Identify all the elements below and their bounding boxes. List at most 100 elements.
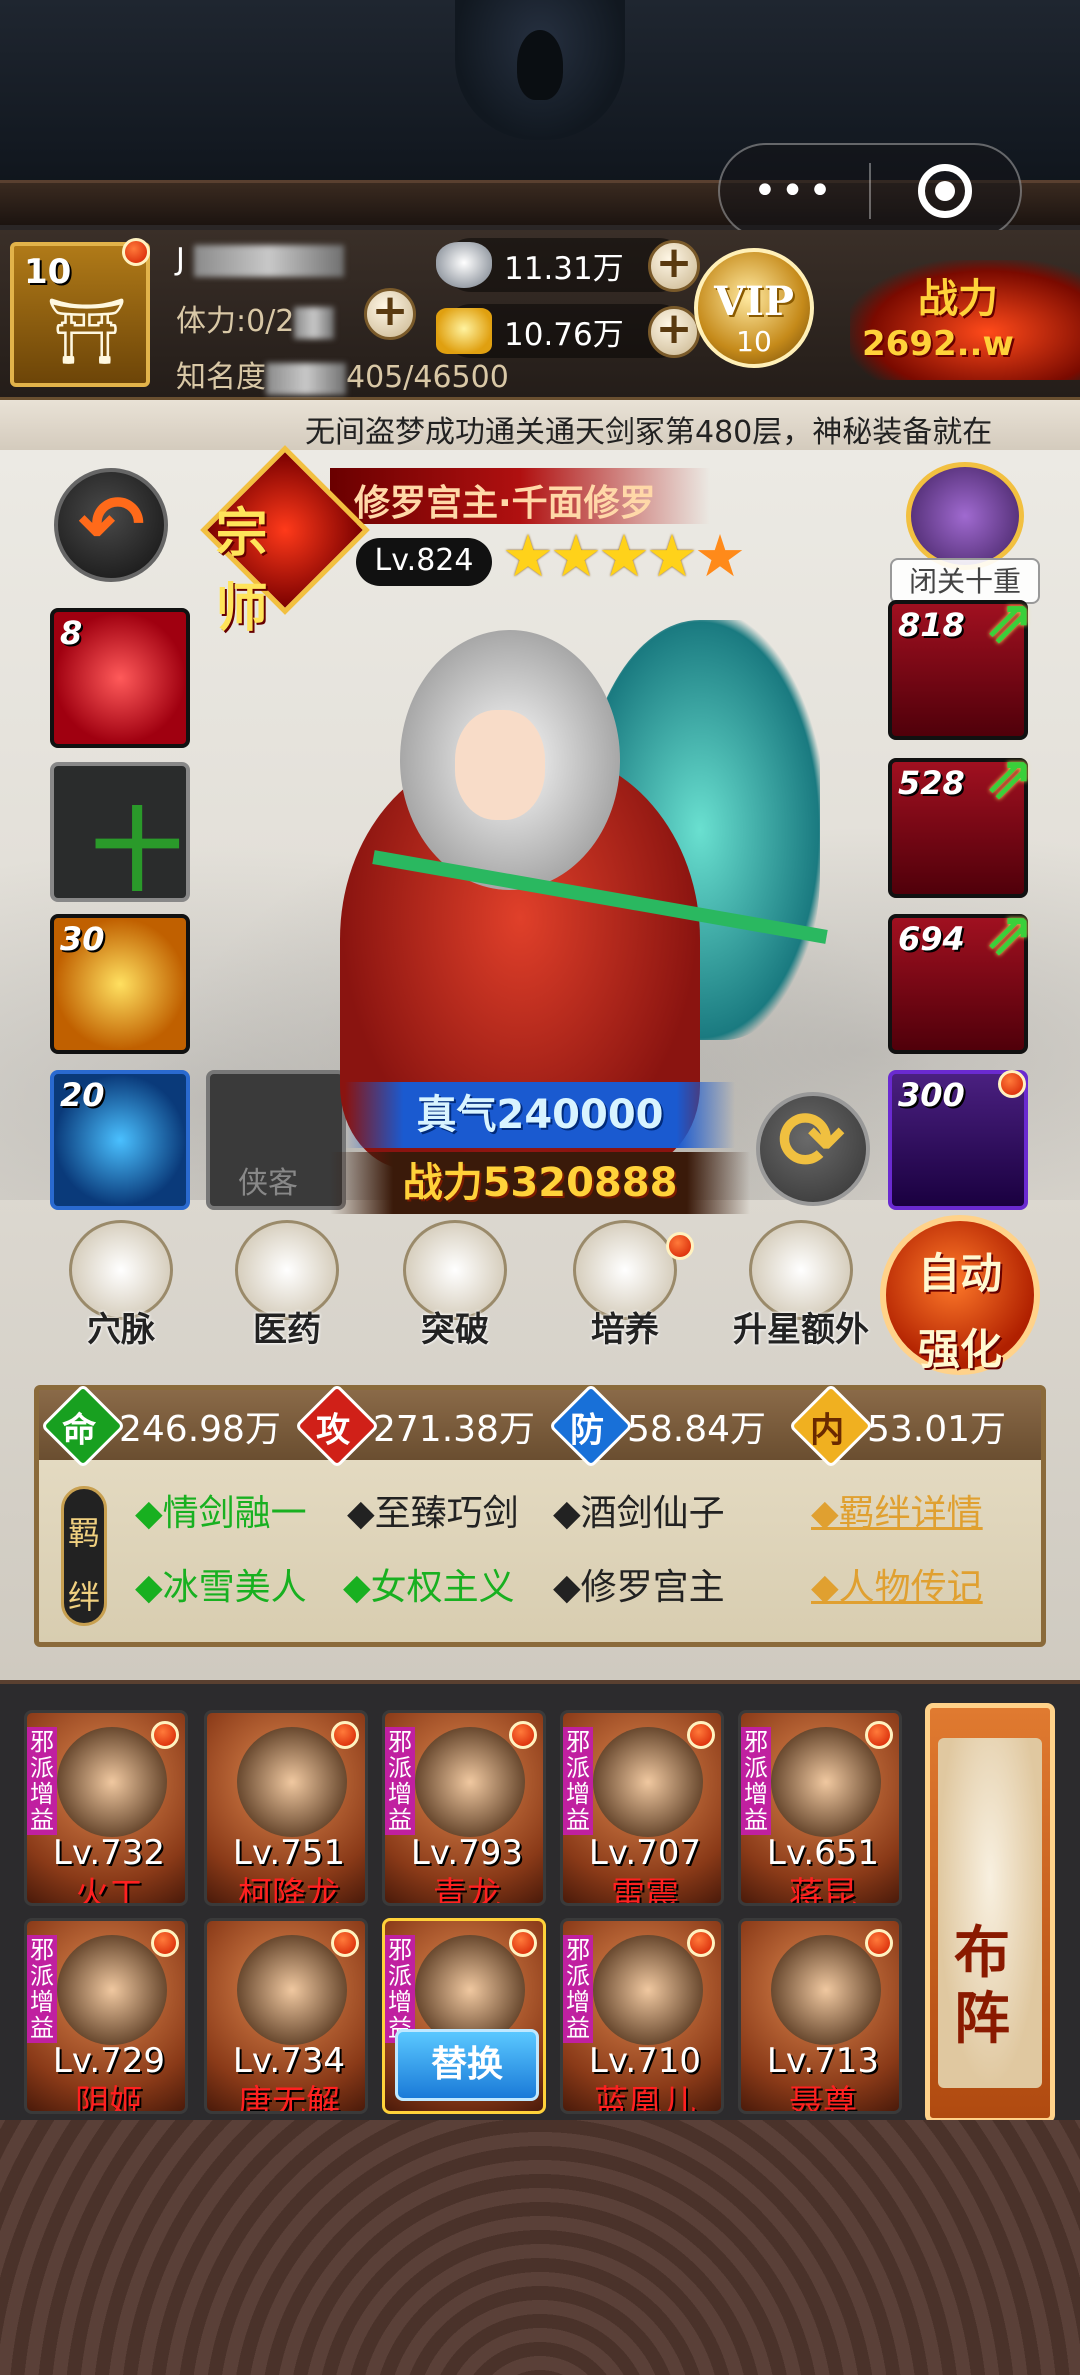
equip-slot-pet[interactable]: 300: [888, 1070, 1028, 1210]
attack-icon: 攻: [294, 1383, 380, 1469]
roster-card[interactable]: 邪派增益 Lv.729 阴姬: [24, 1918, 188, 2114]
hero-avatar: [237, 1935, 347, 2045]
defense-icon: 防: [548, 1383, 634, 1469]
add-gold-button[interactable]: +: [648, 306, 700, 358]
hero-name-banner: 修罗宫主·千面修罗: [330, 468, 710, 524]
roster-card[interactable]: 邪派增益 Lv.732 火工: [24, 1710, 188, 1906]
sect-badge: 邪派增益: [385, 1935, 415, 2043]
notification-dot: [509, 1721, 537, 1749]
player-name: J: [176, 242, 345, 277]
inner-icon-label: 内: [810, 1410, 845, 1451]
bond-item: ◆至臻巧剑: [347, 1493, 519, 1534]
roster-card[interactable]: 邪派增益 Lv.651 蒋昆: [738, 1710, 902, 1906]
roster-card[interactable]: 邪派增益 Lv.710 蓝凰儿: [560, 1918, 724, 2114]
notification-dot: [865, 1929, 893, 1957]
fame-label: 知名度: [176, 360, 266, 395]
notification-dot: [687, 1929, 715, 1957]
medicine-button[interactable]: 医药: [222, 1220, 352, 1360]
bond-tag-char: 绊: [67, 1578, 100, 1616]
player-name-initial: J: [176, 242, 185, 277]
seclusion-button[interactable]: 闭关十重: [890, 462, 1040, 604]
star-extra-button[interactable]: 升星额外: [726, 1220, 876, 1360]
sect-badge: 邪派增益: [563, 1727, 593, 1835]
total-power-label: 战力: [918, 276, 998, 322]
true-qi-bar: 真气240000: [345, 1082, 735, 1148]
notification-dot: [509, 1929, 537, 1957]
notification-dot: [331, 1929, 359, 1957]
defense-stat: 防 58.84万: [548, 1383, 767, 1469]
hero-roster: 邪派增益 Lv.732 火工 Lv.751 柯降龙 邪派增益 Lv.793 青龙…: [0, 1680, 1080, 2120]
roster-name: 阴姬: [75, 2083, 143, 2114]
hp-stat: 命 246.98万: [40, 1383, 281, 1469]
plus-icon: 十: [92, 799, 182, 904]
add-silver-button[interactable]: +: [648, 240, 700, 292]
meditation-icon: [906, 462, 1024, 570]
equip-level: 528: [898, 764, 965, 802]
defense-value: 58.84万: [627, 1409, 767, 1450]
roster-card[interactable]: 邪派增益 Lv.793 青龙: [382, 1710, 546, 1906]
breakthrough-button[interactable]: 突破: [390, 1220, 520, 1360]
vip-level: 10: [736, 325, 772, 358]
close-mini-program-button[interactable]: [871, 164, 1020, 218]
hero-power-bar: 战力5320888: [330, 1152, 750, 1214]
bond-item: ◆冰雪美人: [135, 1567, 307, 1608]
equip-level: 818: [898, 606, 965, 644]
roster-name: 雷震: [611, 1875, 679, 1906]
silver-ingot-icon: [436, 242, 492, 288]
blurred-stamina: [294, 306, 335, 339]
blurred-fame: [266, 362, 346, 395]
medicine-label: 医药: [253, 1310, 321, 1350]
bond-item: ◆酒剑仙子: [553, 1493, 725, 1534]
switch-hero-button[interactable]: [756, 1092, 870, 1206]
hp-icon-label: 命: [62, 1410, 97, 1451]
more-menu-button[interactable]: •••: [720, 171, 869, 211]
roster-name: 蒋昆: [789, 1875, 857, 1906]
auto-enhance-label-2: 强化: [917, 1325, 1002, 1374]
back-button[interactable]: [54, 468, 168, 582]
hero-avatar: [415, 1727, 525, 1837]
roster-name: 聂尊: [789, 2083, 857, 2114]
add-stamina-button[interactable]: +: [364, 288, 416, 340]
blurred-name: [194, 244, 345, 277]
eye-skill-slot[interactable]: 20: [50, 1070, 190, 1210]
bond-item: ◆修罗宫主: [553, 1567, 725, 1608]
breakthrough-label: 突破: [421, 1310, 489, 1350]
meridian-button[interactable]: 穴脉: [56, 1220, 186, 1360]
hero-avatar: [57, 1935, 167, 2045]
hero-name: 修罗宫主·千面修罗: [354, 483, 656, 524]
inner-value: 53.01万: [867, 1409, 1007, 1450]
notification-dot: [687, 1721, 715, 1749]
floor-pattern: [0, 2120, 1080, 2375]
notification-dot: [666, 1232, 694, 1260]
upgrade-arrow-icon: ⇗: [984, 743, 1035, 813]
rose-skill-slot[interactable]: 8: [50, 608, 190, 748]
attack-value: 271.38万: [373, 1409, 535, 1450]
sect-level-button[interactable]: 10 ⛩: [10, 238, 150, 387]
add-skill-slot[interactable]: 十: [50, 762, 190, 904]
notification-dot: [151, 1929, 179, 1957]
defense-icon-label: 防: [570, 1410, 605, 1451]
vip-badge[interactable]: VIP 10: [694, 248, 814, 368]
stats-panel: 命 246.98万 攻 271.38万 防 58.84万 内 53.01万 羁 …: [34, 1383, 1046, 1647]
hero-detail-panel: 修罗宫主·千面修罗 宗师 Lv.824 ★★★★★ 闭关十重 8 十 30 20…: [0, 445, 1080, 1680]
bond-details-link[interactable]: ◆羁绊详情: [811, 1484, 983, 1536]
news-marquee: 无间盗梦成功通关通天剑冢第480层，神秘装备就在: [0, 400, 1080, 450]
upgrade-arrow-icon: ⇗: [984, 587, 1035, 657]
roster-card[interactable]: Lv.751 柯降龙: [204, 1710, 368, 1906]
auto-enhance-button[interactable]: 自动 强化: [880, 1215, 1040, 1375]
formation-button[interactable]: 布 阵: [925, 1703, 1055, 2123]
roster-card[interactable]: Lv.713 聂尊: [738, 1918, 902, 2114]
replace-button[interactable]: 替换: [395, 2029, 539, 2101]
attack-icon-label: 攻: [316, 1410, 351, 1451]
total-power[interactable]: 战力 2692..w: [850, 260, 1080, 380]
bond-item: ◆情剑融一: [135, 1493, 307, 1534]
biography-link[interactable]: ◆人物传记: [811, 1558, 983, 1610]
attribute-row: 命 246.98万 攻 271.38万 防 58.84万 内 53.01万: [39, 1383, 1041, 1469]
bond-item: ◆女权主义: [343, 1567, 515, 1608]
roster-card-current[interactable]: 邪派增益 替换: [382, 1918, 546, 2114]
fire-skill-slot[interactable]: 30: [50, 914, 190, 1054]
roster-card[interactable]: Lv.734 唐无解: [204, 1918, 368, 2114]
cultivate-button[interactable]: 培养: [560, 1220, 694, 1360]
roster-card[interactable]: 邪派增益 Lv.707 雷震: [560, 1710, 724, 1906]
close-target-icon: [918, 164, 973, 218]
